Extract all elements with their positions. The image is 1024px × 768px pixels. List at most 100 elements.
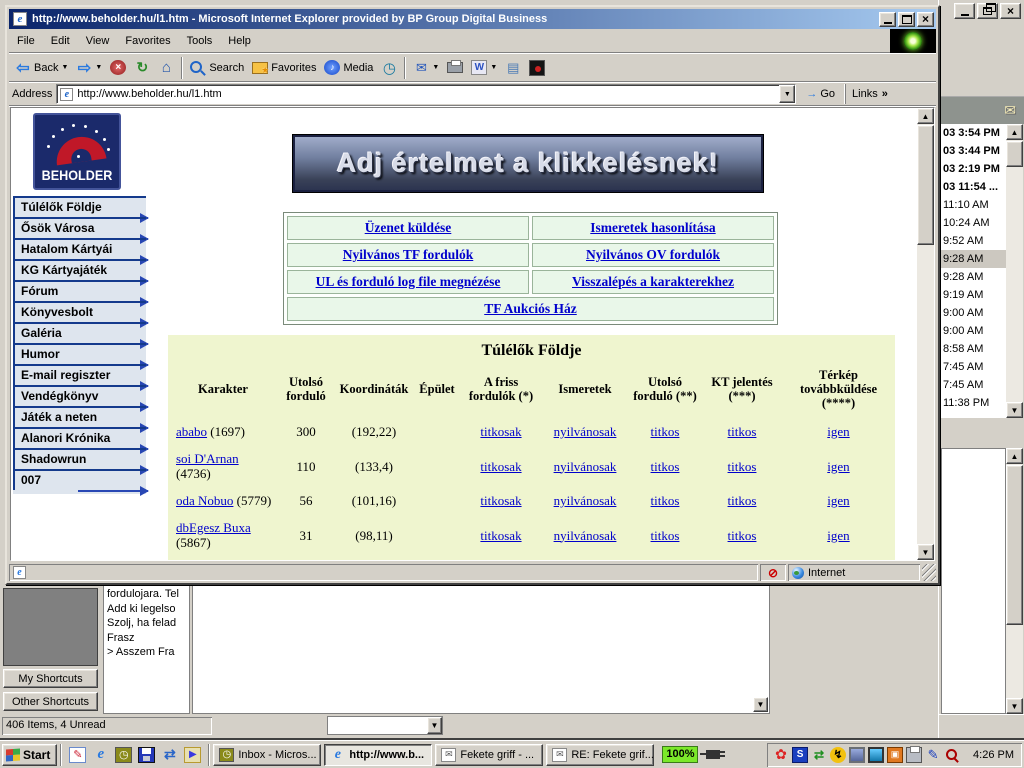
my-shortcuts-button[interactable]: My Shortcuts (3, 669, 98, 688)
nav-link[interactable]: Ősök Városa (13, 217, 146, 238)
message-time[interactable]: 8:58 AM (940, 340, 1006, 358)
last-round-privacy-link[interactable]: titkos (651, 424, 680, 439)
tray-blue-s-icon[interactable]: S (792, 747, 808, 763)
taskbar-mail-button[interactable]: ✉ Fekete griff - ... (435, 744, 543, 766)
reading-pane-scrollbar[interactable]: ▲ ▼ (1006, 448, 1023, 714)
close-button[interactable]: × (1000, 3, 1021, 19)
quick-link[interactable]: Ismeretek hasonlítása (590, 220, 715, 235)
nav-link[interactable]: Könyvesbolt (13, 301, 146, 322)
scroll-down-icon[interactable]: ▼ (427, 717, 442, 734)
character-link[interactable]: ababo (176, 424, 207, 439)
fresh-rounds-link[interactable]: titkosak (480, 528, 521, 543)
message-time[interactable]: 9:00 AM (940, 304, 1006, 322)
nav-link[interactable]: Fórum (13, 280, 146, 301)
knowledge-link[interactable]: nyilvánosak (554, 459, 617, 474)
nav-link[interactable]: Shadowrun (13, 448, 146, 469)
tray-red-flower-icon[interactable]: ✿ (773, 747, 789, 763)
tray-display-icon[interactable] (868, 747, 884, 763)
tray-pc-network-icon[interactable] (849, 747, 865, 763)
print-button[interactable] (443, 56, 467, 80)
minimize-button[interactable] (879, 12, 896, 27)
scroll-up-icon[interactable]: ▲ (1006, 124, 1023, 140)
message-time[interactable]: 9:52 AM (940, 232, 1006, 250)
message-time[interactable]: 7:45 AM (940, 358, 1006, 376)
last-round-privacy-link[interactable]: titkos (651, 459, 680, 474)
message-time[interactable]: 9:28 AM (940, 250, 1006, 268)
message-time[interactable]: 03 3:44 PM (940, 142, 1006, 160)
media-button[interactable]: ♪ Media (320, 56, 377, 80)
menu-item[interactable]: Favorites (117, 32, 178, 50)
kt-report-link[interactable]: titkos (728, 424, 757, 439)
scroll-up-icon[interactable]: ▲ (917, 108, 934, 124)
map-forward-link[interactable]: igen (827, 459, 849, 474)
titlebar[interactable]: e http://www.beholder.hu/l1.htm - Micros… (9, 9, 936, 29)
message-time[interactable]: 9:28 AM (940, 268, 1006, 286)
quicklaunch-ie-icon[interactable]: e (92, 747, 109, 763)
message-time[interactable]: 9:19 AM (940, 286, 1006, 304)
restore-button[interactable] (977, 3, 998, 19)
quicklaunch-media-player-icon[interactable]: ▶ (184, 747, 201, 763)
taskbar-inbox-button[interactable]: ◷ Inbox - Micros... (213, 744, 321, 766)
nav-link[interactable]: E-mail regiszter (13, 364, 146, 385)
tray-pen-icon[interactable]: ✎ (925, 747, 941, 763)
other-shortcuts-button[interactable]: Other Shortcuts (3, 692, 98, 711)
nav-link[interactable]: 007 (13, 469, 146, 490)
menu-item[interactable]: Help (220, 32, 259, 50)
favorites-button[interactable]: Favorites (248, 56, 320, 80)
message-time[interactable]: 03 3:54 PM (940, 124, 1006, 142)
quicklaunch-outlook-icon[interactable]: ◷ (115, 747, 132, 763)
message-time[interactable]: 10:24 AM (940, 214, 1006, 232)
quick-link[interactable]: TF Aukciós Ház (484, 301, 577, 316)
chevron-down-icon[interactable]: ▼ (490, 64, 497, 71)
stop-button[interactable]: × (106, 56, 130, 80)
quick-link[interactable]: Üzenet küldése (365, 220, 452, 235)
maximize-button[interactable] (898, 12, 915, 27)
last-round-privacy-link[interactable]: titkos (651, 493, 680, 508)
quicklaunch-floppy-icon[interactable] (138, 747, 155, 763)
discuss-button[interactable]: ▤ (501, 56, 525, 80)
ad-banner[interactable]: Adj értelmet a klikkelésnek! (293, 135, 763, 192)
address-dropdown-icon[interactable]: ▼ (779, 85, 795, 103)
message-time[interactable]: 03 11:54 ... (940, 178, 1006, 196)
quick-link[interactable]: UL és forduló log file megnézése (316, 274, 501, 289)
go-button[interactable]: → Go (800, 86, 841, 102)
links-toolbar[interactable]: Links » (845, 84, 894, 104)
message-time[interactable]: 7:45 AM (940, 376, 1006, 394)
last-round-privacy-link[interactable]: titkos (651, 528, 680, 543)
quick-link[interactable]: Visszalépés a karakterekhez (572, 274, 734, 289)
knowledge-link[interactable]: nyilvánosak (554, 493, 617, 508)
scroll-down-icon[interactable]: ▼ (917, 544, 934, 560)
message-list-scrollbar[interactable]: ▲ ▼ (1006, 124, 1023, 418)
nav-link[interactable]: KG Kártyajáték (13, 259, 146, 280)
minimize-button[interactable] (954, 3, 975, 19)
nav-link[interactable]: Hatalom Kártyái (13, 238, 146, 259)
toolbar-separator[interactable] (404, 57, 406, 79)
beholder-logo[interactable]: BEHOLDER (33, 113, 121, 190)
nav-link[interactable]: Túlélők Földje (13, 196, 146, 217)
nav-link[interactable]: Vendégkönyv (13, 385, 146, 406)
scroll-down-icon[interactable]: ▼ (753, 697, 768, 712)
chevron-down-icon[interactable]: ▼ (95, 64, 102, 71)
quick-link[interactable]: Nyilvános OV fordulók (586, 247, 720, 262)
fresh-rounds-link[interactable]: titkosak (480, 459, 521, 474)
taskbar-mail-reply-button[interactable]: ✉ RE: Fekete grif... (546, 744, 654, 766)
back-button[interactable]: ⇦ Back ▼ (11, 56, 72, 80)
nav-link[interactable]: Alanori Krónika (13, 427, 146, 448)
tray-magnifier-icon[interactable] (944, 747, 960, 763)
chevron-down-icon[interactable]: ▼ (61, 64, 68, 71)
close-button[interactable]: × (917, 12, 934, 27)
scrollbar-thumb[interactable] (1006, 141, 1023, 167)
scroll-down-icon[interactable]: ▼ (1006, 698, 1023, 714)
home-button[interactable]: ⌂ (154, 56, 178, 80)
page-scrollbar[interactable]: ▲ ▼ (917, 108, 934, 560)
tray-windows-icon[interactable]: ▣ (887, 747, 903, 763)
message-time[interactable]: 11:38 PM (940, 394, 1006, 412)
message-time[interactable]: 03 2:19 PM (940, 160, 1006, 178)
taskbar-browser-button[interactable]: e http://www.b... (324, 744, 432, 766)
knowledge-link[interactable]: nyilvánosak (554, 424, 617, 439)
fresh-rounds-link[interactable]: titkosak (480, 493, 521, 508)
start-button[interactable]: Start (2, 744, 57, 766)
nav-link[interactable]: Galéria (13, 322, 146, 343)
menu-item[interactable]: Tools (179, 32, 221, 50)
scrollbar-thumb[interactable] (1006, 465, 1023, 625)
